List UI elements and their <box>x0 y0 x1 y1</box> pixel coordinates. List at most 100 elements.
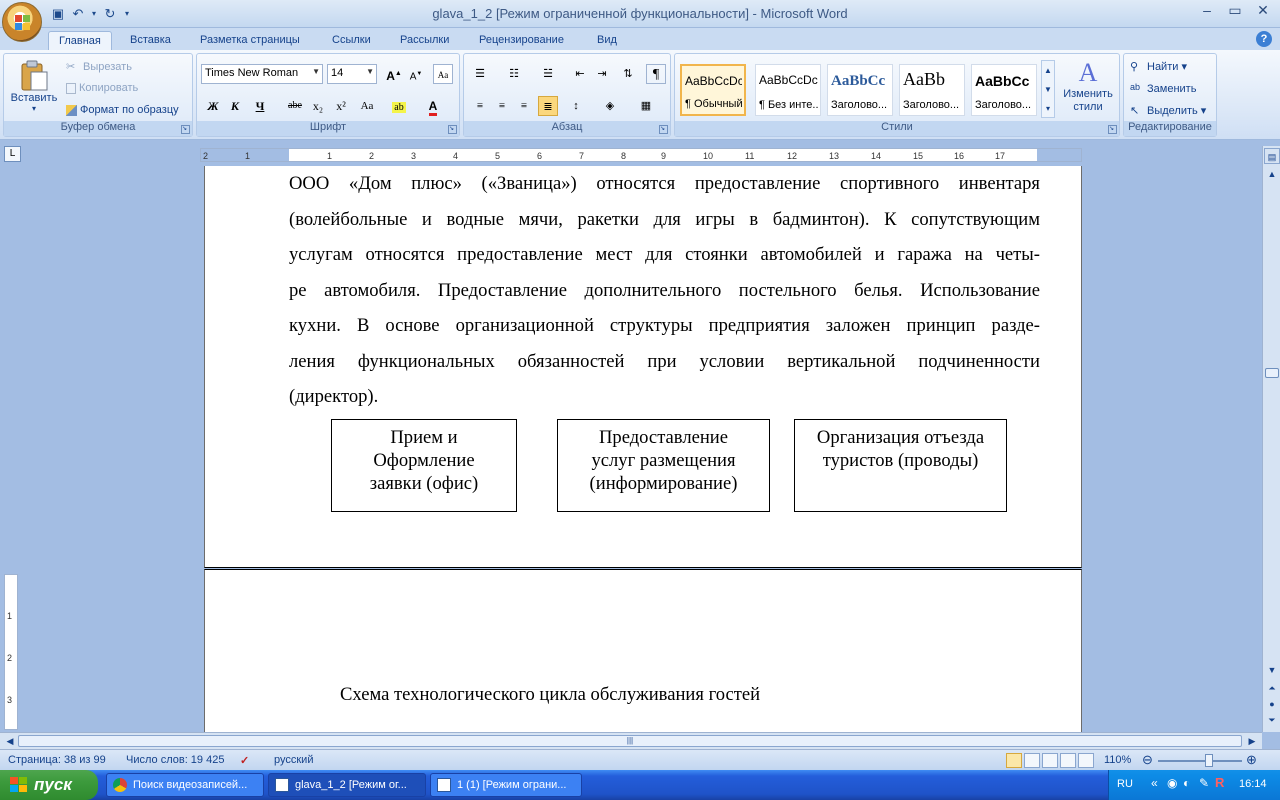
diagram-box-departure[interactable]: Организация отъезда туристов (проводы) <box>794 419 1007 512</box>
network-icon[interactable]: ◉ <box>1167 776 1177 790</box>
styles-scroll[interactable]: ▲ ▼ ▾ <box>1041 60 1055 118</box>
antivirus-icon[interactable]: R <box>1215 775 1224 790</box>
scroll-up-icon[interactable]: ▲ <box>1264 166 1280 182</box>
zoom-in-icon[interactable]: ⊕ <box>1246 752 1257 768</box>
page-count[interactable]: Страница: 38 из 99 <box>8 754 106 766</box>
tab-selector-button[interactable]: L <box>4 146 21 162</box>
tab-insert[interactable]: Вставка <box>120 31 181 50</box>
align-right-icon[interactable]: ≡ <box>514 96 534 116</box>
font-color-button[interactable]: A <box>423 96 443 116</box>
zoom-level[interactable]: 110% <box>1104 754 1131 766</box>
style-no-spacing[interactable]: AaBbCcDc ¶ Без инте... <box>755 64 821 116</box>
draft-view-icon[interactable] <box>1078 753 1094 768</box>
tab-page-layout[interactable]: Разметка страницы <box>190 31 310 50</box>
font-size-combo[interactable]: 14 ▼ <box>327 64 377 84</box>
close-button[interactable]: ✕ <box>1250 2 1276 20</box>
full-screen-reading-icon[interactable] <box>1024 753 1040 768</box>
scroll-right-icon[interactable]: ▶ <box>1244 733 1260 749</box>
zoom-out-icon[interactable]: ⊖ <box>1142 752 1153 768</box>
find-button[interactable]: ⚲ Найти ▾ <box>1130 60 1187 74</box>
show-marks-icon[interactable]: ¶ <box>646 64 666 84</box>
underline-button[interactable]: Ч <box>250 96 270 116</box>
language-indicator[interactable]: русский <box>274 754 313 766</box>
scroll-down-icon[interactable]: ▼ <box>1264 662 1280 678</box>
font-name-combo[interactable]: Times New Roman ▼ <box>201 64 323 84</box>
start-button[interactable]: пуск <box>0 770 98 800</box>
tab-mailings[interactable]: Рассылки <box>390 31 459 50</box>
shading-icon[interactable]: ◈ <box>600 96 620 116</box>
ruler-toggle-icon[interactable]: ▤ <box>1264 148 1280 164</box>
minimize-button[interactable]: – <box>1194 2 1220 20</box>
web-layout-icon[interactable] <box>1042 753 1058 768</box>
align-center-icon[interactable]: ≡ <box>492 96 512 116</box>
diagram-box-reception[interactable]: Прием и Оформление заявки (офис) <box>331 419 517 512</box>
next-page-icon[interactable]: ⏷ <box>1264 712 1280 728</box>
page[interactable]: ООО «Дом плюс» («Званица») относятся пре… <box>204 166 1082 568</box>
align-left-icon[interactable]: ≡ <box>470 96 490 116</box>
cut-button[interactable]: ✂ Вырезать <box>66 60 132 74</box>
borders-icon[interactable]: ▦ <box>636 96 656 116</box>
multilevel-list-icon[interactable]: ☱ <box>538 64 558 84</box>
style-heading-1[interactable]: AaBbCc Заголово... <box>827 64 893 116</box>
bold-button[interactable]: Ж <box>203 96 223 116</box>
task-browser[interactable]: Поиск видеозаписей... <box>106 773 264 797</box>
help-icon[interactable]: ? <box>1256 31 1272 47</box>
numbering-icon[interactable]: ☷ <box>504 64 524 84</box>
horizontal-scroll-thumb[interactable]: ||| <box>18 735 1242 747</box>
italic-button[interactable]: К <box>225 96 245 116</box>
vertical-ruler[interactable]: 1 2 3 <box>4 168 18 730</box>
subscript-button[interactable]: x₂ <box>308 96 328 116</box>
vertical-scrollbar[interactable]: ▤ ▲ ▼ ⏶ ● ⏷ <box>1262 146 1280 732</box>
select-button[interactable]: ↖ Выделить ▾ <box>1130 104 1206 118</box>
superscript-button[interactable]: x² <box>331 96 351 116</box>
zoom-slider-track[interactable] <box>1158 760 1242 762</box>
style-normal[interactable]: AaBbCcDc ¶ Обычный <box>680 64 746 116</box>
previous-page-icon[interactable]: ⏶ <box>1264 680 1280 696</box>
page[interactable]: Схема технологического цикла обслуживани… <box>204 569 1082 732</box>
browse-object-icon[interactable]: ● <box>1264 696 1280 712</box>
style-heading-3[interactable]: AaBbCc Заголово... <box>971 64 1037 116</box>
sort-icon[interactable]: ⇅ <box>618 64 638 84</box>
diagram-box-accommodation[interactable]: Предоставление услуг размещения (информи… <box>557 419 770 512</box>
increase-indent-icon[interactable]: ⇥ <box>592 64 612 84</box>
styles-launcher-icon[interactable]: ↘ <box>1108 125 1117 134</box>
clipboard-launcher-icon[interactable]: ↘ <box>181 125 190 134</box>
maximize-button[interactable]: ▭ <box>1222 2 1248 20</box>
spelling-icon[interactable]: ✓ <box>240 754 249 767</box>
zoom-slider-handle[interactable] <box>1205 754 1213 767</box>
replace-button[interactable]: ab Заменить <box>1130 82 1196 96</box>
tab-home[interactable]: Главная <box>48 31 112 50</box>
style-heading-2[interactable]: AaBb Заголово... <box>899 64 965 116</box>
grow-font-button[interactable]: A▲ <box>384 64 404 84</box>
line-spacing-icon[interactable]: ↕ <box>566 96 586 116</box>
paragraph-launcher-icon[interactable]: ↘ <box>659 125 668 134</box>
language-bar[interactable]: RU <box>1117 778 1133 790</box>
vertical-scroll-thumb[interactable] <box>1265 368 1279 378</box>
office-button[interactable] <box>2 2 42 42</box>
task-word-glava[interactable]: glava_1_2 [Режим ог... <box>268 773 426 797</box>
copy-button[interactable]: Копировать <box>66 82 138 94</box>
clock[interactable]: 16:14 <box>1239 778 1267 790</box>
tab-references[interactable]: Ссылки <box>322 31 381 50</box>
shrink-font-button[interactable]: A▼ <box>406 64 426 84</box>
font-launcher-icon[interactable]: ↘ <box>448 125 457 134</box>
body-paragraph[interactable]: ООО «Дом плюс» («Званица») относятся пре… <box>289 166 1040 415</box>
clear-formatting-button[interactable]: Aa <box>433 64 453 84</box>
print-layout-icon[interactable] <box>1006 753 1022 768</box>
word-count[interactable]: Число слов: 19 425 <box>126 754 224 766</box>
tray-expand-icon[interactable]: « <box>1151 776 1158 790</box>
justify-icon[interactable]: ≣ <box>538 96 558 116</box>
outline-view-icon[interactable] <box>1060 753 1076 768</box>
tab-view[interactable]: Вид <box>587 31 627 50</box>
highlight-button[interactable]: ab <box>389 96 409 116</box>
change-styles-button[interactable]: A Изменить стили <box>1059 58 1117 114</box>
horizontal-ruler[interactable]: 2 1 1 2 3 4 5 6 7 8 9 10 11 12 13 14 15 … <box>200 148 1082 162</box>
tab-review[interactable]: Рецензирование <box>469 31 574 50</box>
volume-icon[interactable]: ◐ <box>1183 776 1190 790</box>
decrease-indent-icon[interactable]: ⇤ <box>570 64 590 84</box>
strikethrough-button[interactable]: abe <box>285 96 305 116</box>
document-area[interactable]: ООО «Дом плюс» («Званица») относятся пре… <box>24 166 1262 732</box>
format-painter-button[interactable]: Формат по образцу <box>66 104 179 116</box>
change-case-button[interactable]: Aa <box>357 96 377 116</box>
horizontal-scrollbar[interactable]: ◀ ||| ▶ <box>0 732 1262 749</box>
